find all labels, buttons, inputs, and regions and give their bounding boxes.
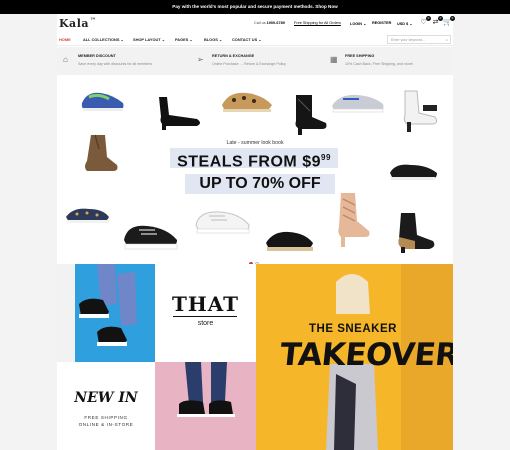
hero-slider[interactable]: Late - summer look book STEALS FROM $999… xyxy=(57,75,453,266)
service-title: MEMBER DISCOUNT xyxy=(78,54,116,58)
hero-headline-steals: STEALS FROM $999 xyxy=(170,148,338,170)
blue-sneaker-banner[interactable] xyxy=(57,264,155,362)
white-sneaker-image xyxy=(195,211,250,234)
main-nav: HOME ALL COLLECTIONS ⌄ SHOP LAYOUT ⌄ PAG… xyxy=(57,34,453,46)
cart-count: 0 xyxy=(450,16,455,21)
site-header: Kala™ Call us 1900-6789 Free Shipping fo… xyxy=(57,14,455,34)
black-espadrille-image xyxy=(266,231,313,251)
compare-icon[interactable]: ⇄ 0 xyxy=(431,16,443,27)
hero-headline-upto: UP TO 70% OFF xyxy=(185,174,335,194)
sneaker-blue-image xyxy=(81,92,124,111)
login-link[interactable]: LOGIN ⌄ xyxy=(350,21,366,26)
pink-shoes-banner[interactable] xyxy=(155,362,256,450)
service-desc: Save every day with discounts for all me… xyxy=(78,62,153,66)
black-bootie-image xyxy=(295,95,327,135)
service-title: FREE SHIPPING xyxy=(345,54,375,58)
wishlist-icon[interactable]: ♡ 0 xyxy=(419,16,431,27)
lace-up-heel-image xyxy=(338,193,370,247)
sneaker-legs-image xyxy=(57,264,137,362)
map-icon: ▦ xyxy=(330,55,338,64)
search-icon[interactable]: ⌕ xyxy=(446,36,448,44)
nav-all-collections[interactable]: ALL COLLECTIONS ⌄ xyxy=(83,37,124,42)
newin-title: NEW IN xyxy=(74,390,138,406)
service-title: RETURN & EXCHANGE xyxy=(212,54,255,58)
black-loafer-image xyxy=(390,164,437,180)
sneaker-headline-large: TAKEOVER xyxy=(278,337,453,373)
service-desc: 10% Cash Back, Free Shipping, and more! xyxy=(345,62,414,66)
shoes-on-pink-image xyxy=(155,362,256,450)
that-divider xyxy=(173,316,237,317)
leopard-bootie-image xyxy=(398,213,435,253)
new-in-banner[interactable]: NEW IN FREE SHIPPING ONLINE & IN-STORE xyxy=(57,362,155,450)
that-title: THAT xyxy=(171,292,240,316)
currency-select[interactable]: USD $ ⌄ xyxy=(397,21,412,26)
silver-sneaker-image xyxy=(332,94,384,113)
promo-topbar[interactable]: Pay with the world's most popular and se… xyxy=(0,0,510,14)
tag-icon: ⌂ xyxy=(63,55,68,64)
service-bar: ⌂ MEMBER DISCOUNT Save every day with di… xyxy=(57,47,453,75)
nav-shop-layout[interactable]: SHOP LAYOUT ⌄ xyxy=(133,37,165,42)
that-store-banner[interactable]: THAT store xyxy=(155,264,256,362)
search-input[interactable]: Enter your keyword... ⌕ xyxy=(387,35,451,44)
hero-lookbook-label: Late - summer look book xyxy=(226,140,284,146)
patterned-slip-on-image xyxy=(66,208,109,223)
service-desc: Online Purchase → Return & Exchange Poli… xyxy=(212,62,286,66)
nav-contact-us[interactable]: CONTACT US ⌄ xyxy=(232,37,262,42)
sneaker-headline-small: THE SNEAKER xyxy=(309,323,397,335)
that-subtitle: store xyxy=(197,320,214,327)
newin-subtitle: FREE SHIPPING ONLINE & IN-STORE xyxy=(78,415,134,427)
nav-blogs[interactable]: BLOGS ⌄ xyxy=(204,37,222,42)
sneaker-takeover-banner[interactable]: THE SNEAKER TAKEOVER xyxy=(256,264,453,450)
black-sneaker-image xyxy=(124,225,178,250)
white-heel-image xyxy=(403,90,438,132)
free-shipping-link[interactable]: Free Shipping for All Orders xyxy=(294,21,341,25)
cart-icon[interactable]: 🛒 0 xyxy=(443,16,455,27)
site-logo[interactable]: Kala™ xyxy=(59,17,97,30)
nav-pages[interactable]: PAGES ⌄ xyxy=(175,37,193,42)
send-icon: ➢ xyxy=(197,55,204,64)
leopard-espadrille-image xyxy=(222,92,272,112)
call-us: Call us 1900-6789 xyxy=(254,21,285,25)
nav-home[interactable]: HOME xyxy=(59,37,71,42)
register-link[interactable]: REGISTER xyxy=(372,21,391,25)
heel-sandal-image xyxy=(159,97,200,130)
